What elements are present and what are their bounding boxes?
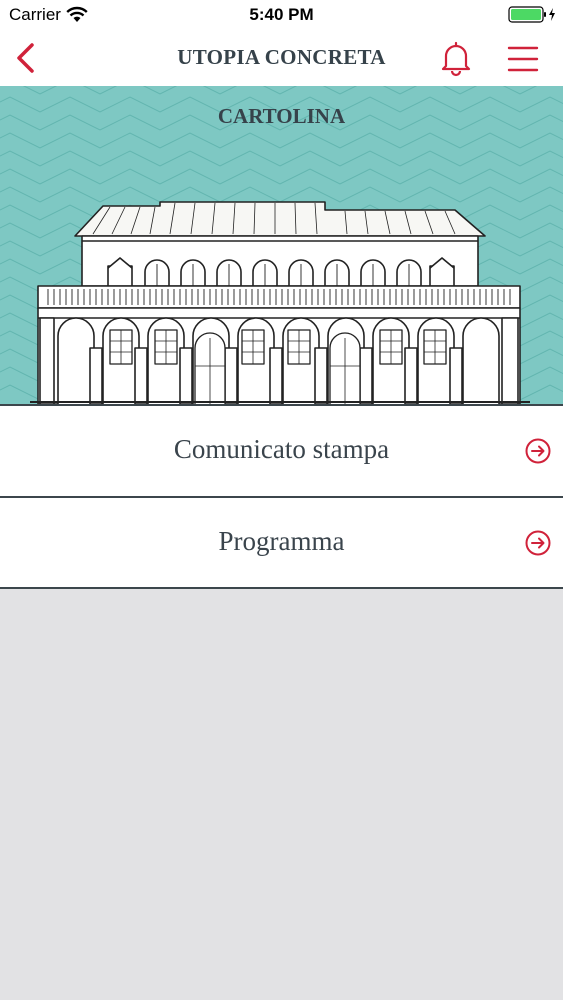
page-title: UTOPIA CONCRETA	[177, 45, 386, 69]
building-illustration	[0, 86, 563, 404]
list-item-programma[interactable]: Programma	[0, 498, 563, 588]
notifications-button[interactable]	[436, 39, 476, 79]
status-time: 5:40 PM	[249, 5, 314, 24]
menu-button[interactable]	[505, 42, 541, 76]
banner-label: CARTOLINA	[217, 104, 346, 128]
list-item-label: Comunicato stampa	[173, 434, 390, 464]
list-item-label: Programma	[218, 526, 345, 556]
battery-icon	[508, 6, 555, 23]
arrow-circle-right-icon	[525, 530, 551, 556]
navigation-bar: UTOPIA CONCRETA	[0, 30, 563, 86]
hamburger-menu-icon	[507, 46, 539, 72]
status-bar: Carrier 5:40 PM	[0, 0, 563, 30]
banner-image: CARTOLINA	[0, 86, 563, 404]
bell-icon	[441, 41, 471, 77]
list-item-comunicato-stampa[interactable]: Comunicato stampa	[0, 406, 563, 496]
arrow-circle-right-icon	[525, 438, 551, 464]
divider	[0, 587, 563, 589]
